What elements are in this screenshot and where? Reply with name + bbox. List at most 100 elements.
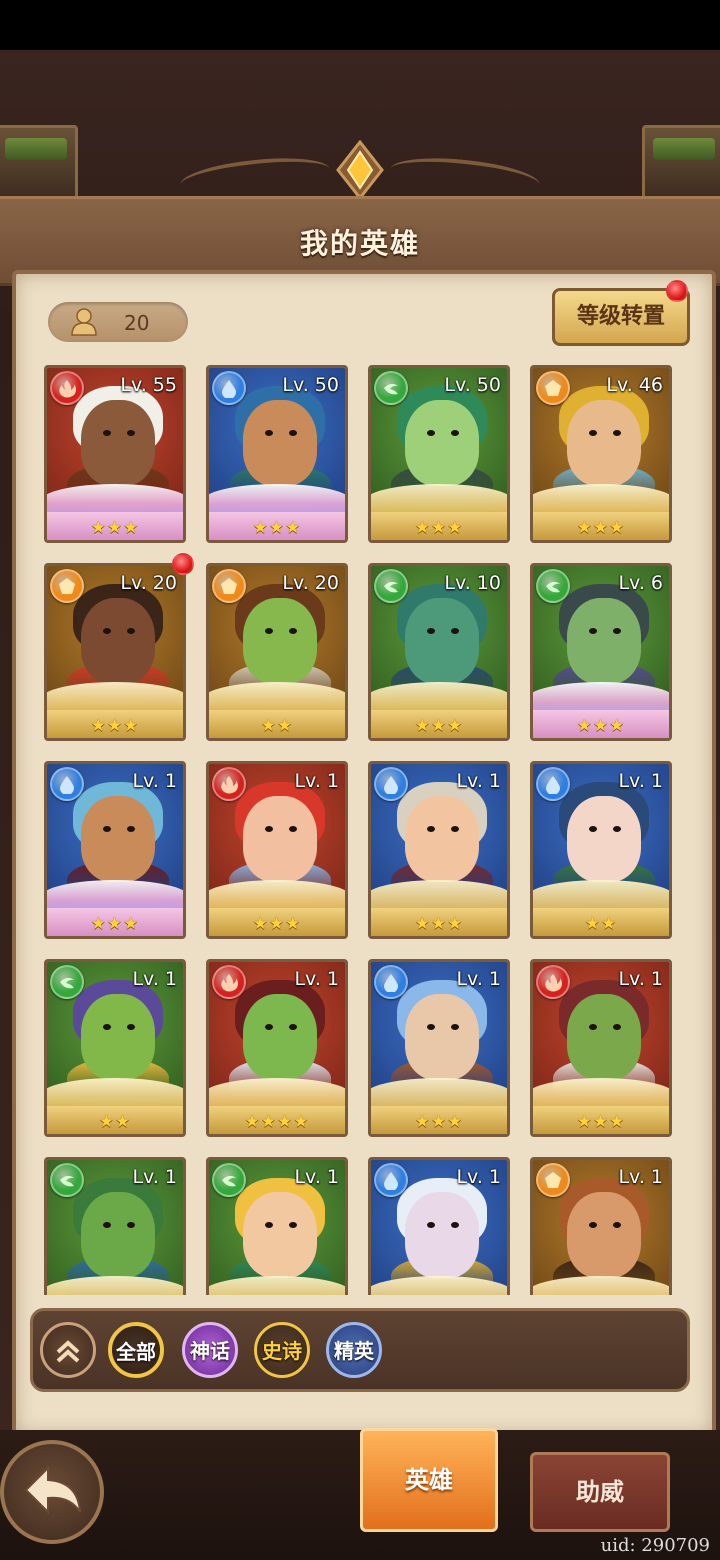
hero-grid: Lv. 55 ★★★ Lv. 50 ★★★ Lv. 50 ★★★ Lv. 46 ★★★ Lv. … [44,365,676,1295]
hero-card[interactable]: Lv. 1 ★★★ [368,761,510,939]
hero-stars: ★★★★ [244,1112,310,1132]
hero-level: Lv. 1 [456,1166,501,1188]
hero-eye [289,628,297,634]
hero-stars: ★★★ [414,1112,464,1132]
hero-stars: ★★★ [414,914,464,934]
hero-face [405,796,479,882]
hero-level: Lv. 10 [444,572,501,594]
hero-card[interactable]: Lv. 50 ★★★ [368,365,510,543]
hero-stars: ★★★ [252,914,302,934]
hero-level: Lv. 1 [456,770,501,792]
hero-card[interactable]: Lv. 50 ★★★ [206,365,348,543]
hero-eye [427,430,435,436]
hero-face [243,400,317,486]
hero-face [567,400,641,486]
filter-mythic-button[interactable]: 神话 [182,1322,238,1378]
hero-eye [265,1222,273,1228]
hero-level: Lv. 1 [132,770,177,792]
hero-card[interactable]: Lv. 46 ★★★ [530,365,672,543]
hero-level: Lv. 50 [282,374,339,396]
fire-element-icon [212,767,246,801]
hero-eye [289,826,297,832]
hero-eye [427,1222,435,1228]
hero-eye [613,1222,621,1228]
hero-card[interactable]: Lv. 1 ★★ [44,959,186,1137]
hero-card[interactable]: Lv. 1 ★★★ [44,761,186,939]
earth-element-icon [212,569,246,603]
hero-face [567,994,641,1080]
hero-card[interactable]: Lv. 1 [368,1157,510,1295]
hero-eye [427,628,435,634]
hero-card[interactable]: Lv. 20 ★★★ [44,563,186,741]
hero-stars: ★★★ [576,716,626,736]
hero-eye [589,826,597,832]
hero-eye [451,430,459,436]
hero-card[interactable]: Lv. 1 [206,1157,348,1295]
hero-card[interactable]: Lv. 1 ★★★ [530,959,672,1137]
hero-eye [427,826,435,832]
hero-eye [613,826,621,832]
back-button[interactable] [0,1440,104,1544]
hero-count-value: 20 [124,311,150,335]
wind-element-icon [50,965,84,999]
hero-eye [103,628,111,634]
hero-face [81,796,155,882]
hero-face [243,796,317,882]
hero-stars: ★★★ [414,716,464,736]
back-arrow-icon [24,1465,81,1515]
hero-face [405,1192,479,1278]
water-element-icon [50,767,84,801]
hero-card[interactable]: Lv. 55 ★★★ [44,365,186,543]
wind-element-icon [374,371,408,405]
hero-eye [127,430,135,436]
filter-all-button[interactable]: 全部 [108,1322,164,1378]
hero-card[interactable]: Lv. 6 ★★★ [530,563,672,741]
wind-element-icon [50,1163,84,1197]
hero-stars: ★★★ [90,914,140,934]
hero-eye [589,1024,597,1030]
filter-elite-button[interactable]: 精英 [326,1322,382,1378]
hero-face [405,400,479,486]
hero-card[interactable]: Lv. 1 ★★★★ [206,959,348,1137]
hero-card[interactable]: Lv. 1 [530,1157,672,1295]
hero-face [81,1192,155,1278]
user-id: uid: 290709 [600,1535,710,1556]
right-pillar-decoration [642,125,720,201]
hero-card[interactable]: Lv. 1 ★★★ [206,761,348,939]
hero-card[interactable]: Lv. 10 ★★★ [368,563,510,741]
tab-assist[interactable]: 助威 [530,1452,670,1532]
hero-eye [289,1024,297,1030]
hero-stars: ★★ [260,716,294,736]
hero-stars: ★★ [584,914,618,934]
hero-face [81,400,155,486]
tab-heroes[interactable]: 英雄 [360,1428,498,1532]
hero-level: Lv. 50 [444,374,501,396]
hero-card[interactable]: Lv. 20 ★★ [206,563,348,741]
hero-face [243,994,317,1080]
hero-eye [289,430,297,436]
hero-face [405,598,479,684]
hero-face [243,598,317,684]
collapse-filter-button[interactable] [40,1322,96,1378]
hero-eye [103,430,111,436]
hero-face [567,796,641,882]
left-pillar-decoration [0,125,78,201]
hero-face [567,1192,641,1278]
status-bar [0,0,720,50]
water-element-icon [536,767,570,801]
water-element-icon [212,371,246,405]
wind-element-icon [212,1163,246,1197]
hero-eye [103,1222,111,1228]
hero-eye [127,826,135,832]
hero-eye [589,628,597,634]
person-icon [71,308,97,336]
hero-level: Lv. 55 [120,374,177,396]
hero-level: Lv. 1 [618,770,663,792]
hero-face [81,598,155,684]
water-element-icon [374,767,408,801]
hero-stars: ★★★ [252,518,302,538]
hero-card[interactable]: Lv. 1 [44,1157,186,1295]
filter-epic-button[interactable]: 史诗 [254,1322,310,1378]
hero-card[interactable]: Lv. 1 ★★★ [368,959,510,1137]
hero-card[interactable]: Lv. 1 ★★ [530,761,672,939]
